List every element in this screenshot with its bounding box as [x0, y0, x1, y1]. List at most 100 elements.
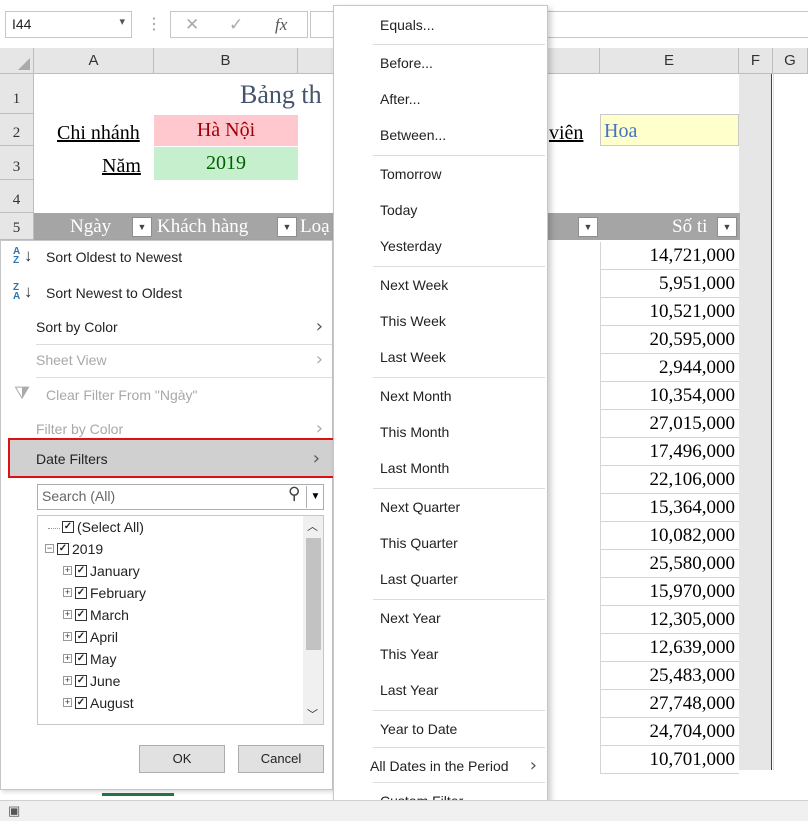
amount-cell[interactable]: 25,580,000 — [600, 550, 739, 578]
date-filter-option[interactable]: Last Month — [334, 451, 547, 485]
branch-value[interactable]: Hà Nội — [154, 115, 298, 146]
expand-icon[interactable]: + — [63, 698, 72, 707]
tree-item[interactable]: + ✓ January — [63, 560, 140, 582]
date-filter-option[interactable]: Equals... — [334, 8, 547, 42]
date-filter-option[interactable]: This Year — [334, 637, 547, 671]
checkbox-icon[interactable]: ✓ — [75, 587, 87, 599]
tree-scroll-thumb[interactable] — [306, 538, 321, 650]
filter-dropdown-amount[interactable]: ▼ — [717, 217, 737, 237]
row-header-4[interactable]: 4 — [0, 180, 34, 213]
amount-cell[interactable]: 22,106,000 — [600, 466, 739, 494]
amount-cell[interactable]: 24,704,000 — [600, 718, 739, 746]
enter-icon[interactable]: ✓ — [229, 15, 243, 35]
search-input[interactable]: Search (All) — [37, 484, 324, 510]
checkbox-icon[interactable]: ✓ — [75, 653, 87, 665]
filter-dropdown-customer[interactable]: ▼ — [277, 217, 297, 237]
amount-cell[interactable]: 20,595,000 — [600, 326, 739, 354]
collapse-icon[interactable]: − — [45, 544, 54, 553]
scroll-up-icon[interactable]: ︿ — [307, 518, 318, 534]
amount-cell[interactable]: 25,483,000 — [600, 662, 739, 690]
sort-oldest-newest[interactable]: Sort Oldest to Newest — [0, 240, 333, 274]
row-header-5[interactable]: 5 — [0, 213, 34, 240]
amount-cell[interactable]: 17,496,000 — [600, 438, 739, 466]
amount-cell[interactable]: 15,970,000 — [600, 578, 739, 606]
col-header-b[interactable]: B — [154, 48, 298, 74]
checkbox-icon[interactable]: ✓ — [75, 675, 87, 687]
amount-cell[interactable]: 10,082,000 — [600, 522, 739, 550]
ok-button[interactable]: OK — [139, 745, 225, 773]
search-icon[interactable]: ⚲ — [288, 484, 300, 504]
date-filter-option[interactable]: Next Month — [334, 379, 547, 413]
amount-cell[interactable]: 15,364,000 — [600, 494, 739, 522]
row-header-3[interactable]: 3 — [0, 146, 34, 180]
amount-cell[interactable]: 5,951,000 — [600, 270, 739, 298]
checkbox-icon[interactable]: ✓ — [62, 521, 74, 533]
amount-cell[interactable]: 2,944,000 — [600, 354, 739, 382]
expand-icon[interactable]: + — [63, 566, 72, 575]
expand-icon[interactable]: + — [63, 676, 72, 685]
date-filter-option[interactable]: Year to Date — [334, 712, 547, 746]
checkbox-icon[interactable]: ✓ — [75, 631, 87, 643]
name-box[interactable]: I44 ▾ — [5, 11, 132, 38]
row-header-1[interactable]: 1 — [0, 74, 34, 114]
chevron-down-icon[interactable]: ▼ — [306, 486, 324, 508]
checkbox-icon[interactable]: ✓ — [75, 565, 87, 577]
checkbox-icon[interactable]: ✓ — [57, 543, 69, 555]
amount-cell[interactable]: 10,521,000 — [600, 298, 739, 326]
col-header-e[interactable]: E — [600, 48, 739, 74]
date-filter-option[interactable]: Before... — [334, 46, 547, 80]
expand-icon[interactable]: + — [63, 654, 72, 663]
cancel-button[interactable]: Cancel — [238, 745, 324, 773]
row-header-2[interactable]: 2 — [0, 114, 34, 146]
date-filter-option[interactable]: Last Week — [334, 340, 547, 374]
date-filter-option[interactable]: Tomorrow — [334, 157, 547, 191]
amount-cell[interactable]: 27,748,000 — [600, 690, 739, 718]
tree-item[interactable]: ✓ (Select All) — [48, 516, 144, 538]
date-filter-option[interactable]: After... — [334, 82, 547, 116]
col-header-a[interactable]: A — [34, 48, 154, 74]
col-header-g[interactable]: G — [773, 48, 808, 74]
tree-item[interactable]: − ✓ 2019 — [45, 538, 103, 560]
filter-dropdown-staff[interactable]: ▼ — [578, 217, 598, 237]
amount-cell[interactable]: 12,639,000 — [600, 634, 739, 662]
expand-icon[interactable]: + — [63, 632, 72, 641]
date-filter-option[interactable]: Last Year — [334, 673, 547, 707]
tree-item[interactable]: + ✓ February — [63, 582, 146, 604]
date-filter-option[interactable]: Next Year — [334, 601, 547, 635]
amount-cell[interactable]: 12,305,000 — [600, 606, 739, 634]
date-filter-option[interactable]: Yesterday — [334, 229, 547, 263]
amount-cell[interactable]: 10,701,000 — [600, 746, 739, 774]
date-filter-option[interactable]: Next Week — [334, 268, 547, 302]
expand-icon[interactable]: + — [63, 588, 72, 597]
filter-dropdown-date[interactable]: ▼ — [132, 217, 152, 237]
date-filter-option[interactable]: This Month — [334, 415, 547, 449]
tree-item[interactable]: + ✓ March — [63, 604, 129, 626]
date-filters[interactable]: Date Filters › — [0, 442, 330, 476]
date-filter-option[interactable]: Last Quarter — [334, 562, 547, 596]
amount-cell[interactable]: 10,354,000 — [600, 382, 739, 410]
scroll-down-icon[interactable]: ﹀ — [307, 706, 318, 722]
checkbox-icon[interactable]: ✓ — [75, 697, 87, 709]
tree-item[interactable]: + ✓ April — [63, 626, 118, 648]
tree-item[interactable]: + ✓ May — [63, 648, 116, 670]
checkbox-icon[interactable]: ✓ — [75, 609, 87, 621]
amount-cell[interactable]: 14,721,000 — [600, 242, 739, 270]
date-filter-option[interactable]: All Dates in the Period › — [334, 749, 547, 783]
date-filter-option[interactable]: This Quarter — [334, 526, 547, 560]
date-filter-option[interactable]: This Week — [334, 304, 547, 338]
sheet-tab[interactable] — [102, 790, 174, 796]
fx-icon[interactable]: fx — [275, 15, 287, 35]
tree-item[interactable]: + ✓ August — [63, 692, 134, 714]
tree-item[interactable]: + ✓ June — [63, 670, 120, 692]
date-filter-option[interactable]: Between... — [334, 118, 547, 152]
year-value[interactable]: 2019 — [154, 147, 298, 180]
date-filter-option[interactable]: Next Quarter — [334, 490, 547, 524]
select-all-corner[interactable] — [0, 48, 34, 74]
sort-newest-oldest[interactable]: Sort Newest to Oldest — [0, 276, 333, 310]
staff-value[interactable]: Hoa — [600, 114, 739, 146]
amount-cell[interactable]: 27,015,000 — [600, 410, 739, 438]
col-header-f[interactable]: F — [739, 48, 773, 74]
date-filter-option[interactable]: Today — [334, 193, 547, 227]
expand-icon[interactable]: + — [63, 610, 72, 619]
sort-by-color[interactable]: Sort by Color › — [0, 310, 333, 344]
